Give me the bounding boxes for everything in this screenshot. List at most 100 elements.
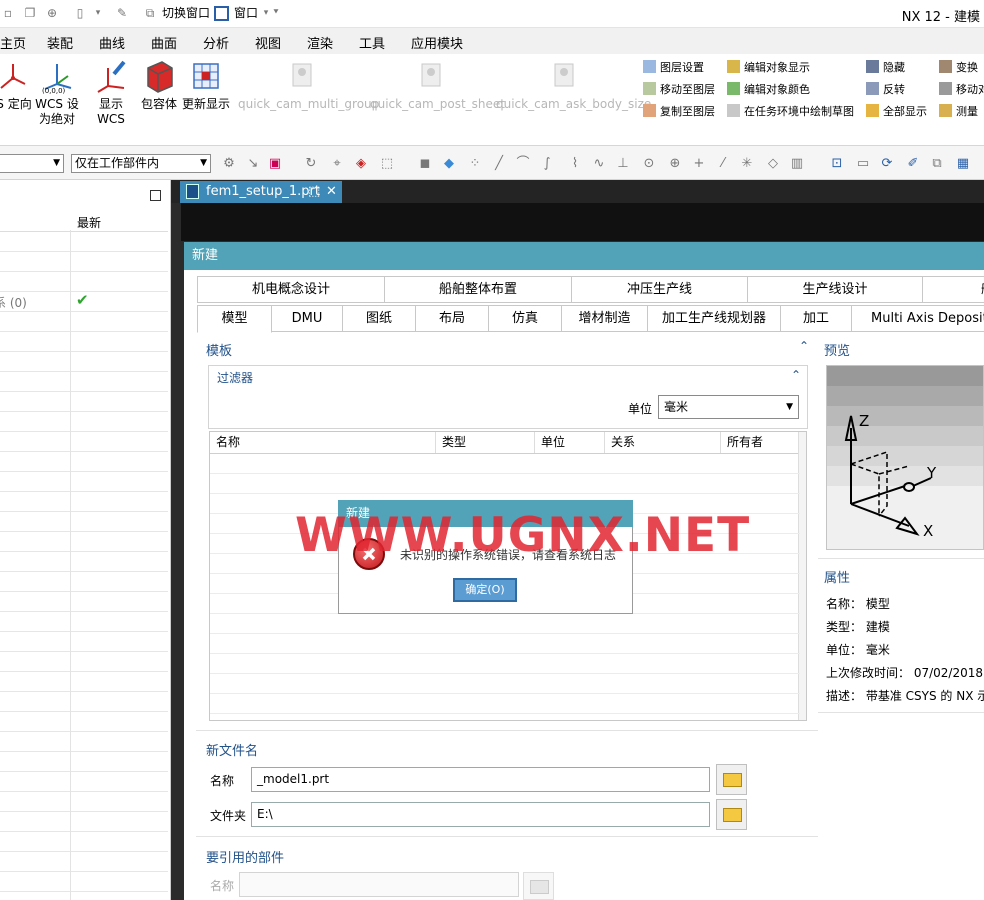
layers-icon[interactable]: ⧉ (930, 157, 944, 171)
navigator-row[interactable] (0, 552, 168, 572)
navigator-row[interactable] (0, 232, 168, 252)
table-row[interactable] (210, 653, 800, 654)
tab-ship-layout[interactable]: 船舶整体布置 (384, 276, 572, 303)
select-box-icon[interactable]: ▣ (268, 157, 282, 171)
intersection-icon[interactable]: ✳ (740, 157, 754, 171)
navigator-row[interactable] (0, 472, 168, 492)
tab-model[interactable]: 模型 (197, 305, 272, 333)
navigator-row[interactable] (0, 872, 168, 892)
overflow-icon[interactable]: ⯆ (268, 6, 284, 21)
navigator-row[interactable] (0, 372, 168, 392)
copy-icon[interactable]: ❐ (22, 6, 38, 21)
navigator-row[interactable] (0, 652, 168, 672)
switch-window-button[interactable]: 切换窗口 (162, 6, 210, 21)
menu-assembly[interactable]: 装配 (47, 33, 73, 52)
tab-multi-axis[interactable]: Multi Axis Deposition (851, 305, 984, 332)
document-tab[interactable]: fem1_setup_1.prt ⬚ ✕ (180, 181, 342, 203)
window-view-icon[interactable]: ▭ (856, 157, 870, 171)
collapse-icon[interactable]: ⌃ (791, 368, 801, 382)
menu-analysis[interactable]: 分析 (203, 33, 229, 52)
close-icon[interactable]: ✕ (326, 181, 337, 202)
browse-ref-button[interactable] (523, 872, 554, 900)
navigator-row[interactable] (0, 332, 168, 352)
scope-select[interactable]: 仅在工作部件内 ▼ (71, 154, 211, 173)
navigator-row[interactable] (0, 432, 168, 452)
tab-simulation[interactable]: 仿真 (488, 305, 562, 332)
transform-button[interactable]: 变换 (939, 60, 978, 75)
tab-layout[interactable]: 布局 (415, 305, 489, 332)
points-icon[interactable]: ⁘ (468, 157, 482, 171)
table-row[interactable] (210, 633, 800, 634)
navigator-row[interactable] (0, 752, 168, 772)
navigator-row[interactable] (0, 672, 168, 692)
table-row[interactable] (210, 493, 800, 494)
unit-select[interactable]: 毫米 ▼ (658, 395, 799, 419)
chevron-down-icon[interactable]: ▾ (90, 6, 106, 21)
collapse-icon[interactable]: ⌃ (799, 339, 809, 353)
column-latest[interactable]: 最新 (77, 214, 101, 231)
navigator-row[interactable] (0, 492, 168, 512)
browse-name-button[interactable] (716, 764, 747, 795)
navigator-row[interactable] (0, 532, 168, 552)
table-row[interactable] (210, 713, 800, 714)
column-unit[interactable]: 单位 (535, 432, 605, 453)
tab-machining[interactable]: 加工 (780, 305, 852, 332)
navigator-row[interactable] (0, 772, 168, 792)
ok-button[interactable]: 确定(O) (453, 578, 517, 602)
tab-drawing[interactable]: 图纸 (342, 305, 416, 332)
edit-object-display-button[interactable]: 编辑对象显示 (727, 60, 810, 75)
layer-settings-button[interactable]: 图层设置 (643, 60, 704, 75)
tab-ship[interactable]: 船 (922, 276, 984, 303)
bounding-body-button[interactable]: 包容体 (140, 58, 178, 112)
edit-object-color-button[interactable]: 编辑对象颜色 (727, 82, 810, 97)
navigator-row[interactable] (0, 392, 168, 412)
line-icon[interactable]: ╱ (492, 157, 506, 171)
tab-mechatronics[interactable]: 机电概念设计 (197, 276, 385, 303)
column-relation[interactable]: 关系 (605, 432, 721, 453)
ref-name-input[interactable] (239, 872, 519, 897)
navigator-row[interactable] (0, 452, 168, 472)
menu-application[interactable]: 应用模块 (411, 33, 463, 52)
spline-icon[interactable]: ⌇ (568, 157, 582, 171)
window-menu-button[interactable]: 窗口 (234, 6, 258, 21)
tab-additive[interactable]: 增材制造 (561, 305, 648, 332)
table-row[interactable] (210, 473, 800, 474)
menu-curve[interactable]: 曲线 (99, 33, 125, 52)
menu-home[interactable]: 主页 (0, 33, 26, 52)
diagonal-icon[interactable]: ⁄ (716, 157, 730, 171)
navigator-node-label[interactable]: 系 (0) (0, 294, 27, 311)
table-row[interactable] (210, 673, 800, 674)
hide-button[interactable]: 隐藏 (866, 60, 905, 75)
column-name[interactable]: 名称 (210, 432, 436, 453)
navigator-row[interactable] (0, 812, 168, 832)
move-object-button[interactable]: 移动对 (939, 82, 984, 97)
column-owner[interactable]: 所有者 (721, 432, 805, 453)
navigator-row[interactable] (0, 572, 168, 592)
solid-icon[interactable]: ◼ (418, 157, 432, 171)
window-icon[interactable] (214, 6, 229, 21)
tab-press-line[interactable]: 冲压生产线 (571, 276, 748, 303)
tab-line-planner[interactable]: 加工生产线规划器 (647, 305, 781, 332)
update-display-button[interactable]: 更新显示 (182, 58, 230, 112)
menu-render[interactable]: 渲染 (307, 33, 333, 52)
sketch-in-task-button[interactable]: 在任务环境中绘制草图 (727, 104, 854, 119)
navigator-row[interactable] (0, 692, 168, 712)
wave-icon[interactable]: ∿ (592, 157, 606, 171)
quick-cam-ask-body-size-button[interactable]: quick_cam_ask_body_size (496, 58, 651, 112)
invert-button[interactable]: 反转 (866, 82, 905, 97)
switch-window-icon[interactable]: ⧉ (142, 6, 158, 21)
refresh-icon[interactable]: ⟳ (880, 157, 894, 171)
navigator-row[interactable] (0, 272, 168, 292)
measure-button[interactable]: 测量 (939, 104, 978, 119)
menu-view[interactable]: 视图 (255, 33, 281, 52)
wcs-absolute-button[interactable]: (0,0,0) WCS 设 为绝对 (34, 58, 80, 127)
navigator-row[interactable] (0, 712, 168, 732)
navigator-row[interactable] (0, 252, 168, 272)
menu-surface[interactable]: 曲面 (151, 33, 177, 52)
maximize-icon[interactable] (150, 190, 161, 201)
perpendicular-icon[interactable]: ⊥ (616, 157, 630, 171)
navigator-row[interactable] (0, 852, 168, 872)
curve-icon[interactable]: ∫ (540, 157, 554, 171)
lasso-icon[interactable]: ◈ (354, 157, 368, 171)
table-icon[interactable]: ▦ (956, 157, 970, 171)
